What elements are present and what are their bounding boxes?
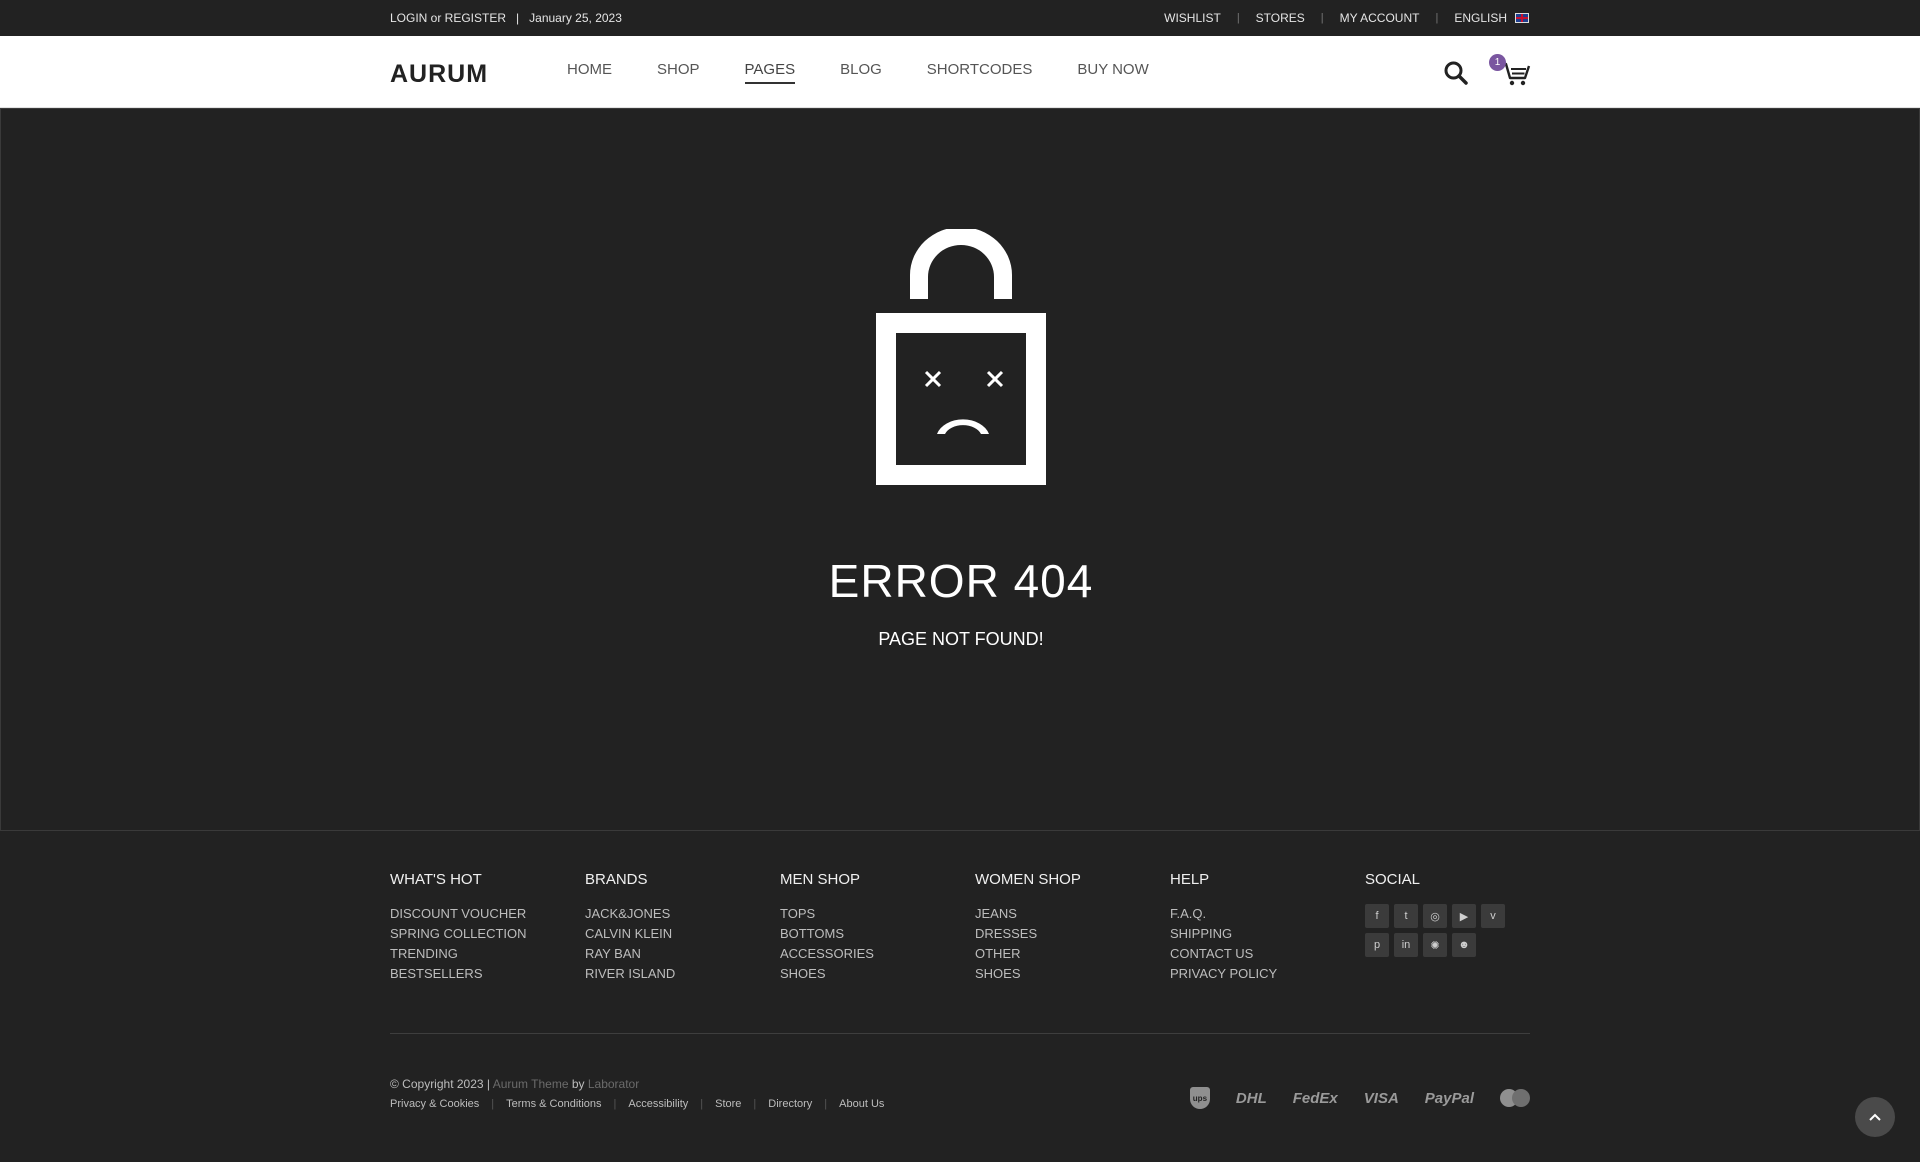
footer-column-title: MEN SHOP <box>780 871 861 888</box>
copyright-by: by <box>568 1077 588 1091</box>
error-page-main: ERROR 404 PAGE NOT FOUND! <box>0 108 1920 831</box>
footer-link[interactable]: TOPS <box>780 904 970 924</box>
footer-link[interactable]: DRESSES <box>975 924 1165 944</box>
directory-link[interactable]: Directory <box>768 1098 812 1110</box>
payment-methods: ups DHL FedEx VISA PayPal <box>1189 1087 1530 1109</box>
legal-sep: | <box>613 1098 617 1110</box>
facebook-icon[interactable]: f <box>1365 904 1389 928</box>
chevron-up-icon <box>1869 1113 1881 1121</box>
paypal-icon: PayPal <box>1424 1089 1474 1107</box>
nav-blog[interactable]: BLOG <box>840 61 882 84</box>
main-nav: HOME SHOP PAGES BLOG SHORTCODES BUY NOW <box>567 61 1194 84</box>
footer-link[interactable]: CALVIN KLEIN <box>585 924 775 944</box>
footer-column-title: WHAT'S HOT <box>390 871 482 888</box>
pinterest-icon[interactable]: p <box>1365 933 1389 957</box>
visa-icon: VISA <box>1363 1089 1399 1107</box>
footer-link[interactable]: RAY BAN <box>585 944 775 964</box>
wishlist-link[interactable]: WISHLIST <box>1148 11 1237 25</box>
footer-link[interactable]: SHIPPING <box>1170 924 1360 944</box>
dribbble-icon[interactable]: ✺ <box>1423 933 1447 957</box>
footer-link[interactable]: PRIVACY POLICY <box>1170 964 1360 984</box>
legal-sep: | <box>700 1098 704 1110</box>
store-link[interactable]: Store <box>715 1098 741 1110</box>
footer-column-brands: BRANDS JACK&JONES CALVIN KLEIN RAY BAN R… <box>585 871 775 984</box>
instagram-icon[interactable]: ◎ <box>1423 904 1447 928</box>
legal-sep: | <box>753 1098 757 1110</box>
footer-link[interactable]: SPRING COLLECTION <box>390 924 580 944</box>
footer-link[interactable]: SHOES <box>975 964 1165 984</box>
footer-link[interactable]: CONTACT US <box>1170 944 1360 964</box>
footer-column-title: BRANDS <box>585 871 648 888</box>
footer-column-title: SOCIAL <box>1365 871 1421 888</box>
top-bar: LOGIN or REGISTER | January 25, 2023 WIS… <box>0 0 1920 36</box>
copyright-prefix: © Copyright 2023 | <box>390 1077 493 1091</box>
site-footer: WHAT'S HOT DISCOUNT VOUCHER SPRING COLLE… <box>0 831 1920 1162</box>
copyright: © Copyright 2023 | Aurum Theme by Labora… <box>390 1077 639 1091</box>
sad-lock-icon <box>876 227 1046 489</box>
nav-shortcodes[interactable]: SHORTCODES <box>927 61 1033 84</box>
vimeo-icon[interactable]: v <box>1481 904 1505 928</box>
fedex-icon: FedEx <box>1292 1089 1338 1107</box>
dhl-icon: DHL <box>1235 1089 1267 1107</box>
footer-link[interactable]: RIVER ISLAND <box>585 964 775 984</box>
footer-link[interactable]: BOTTOMS <box>780 924 970 944</box>
footer-link[interactable]: TRENDING <box>390 944 580 964</box>
twitter-icon[interactable]: t <box>1394 904 1418 928</box>
nav-shop[interactable]: SHOP <box>657 61 700 84</box>
nav-buy-now[interactable]: BUY NOW <box>1077 61 1148 84</box>
language-selector[interactable]: ENGLISH <box>1438 11 1529 25</box>
snapchat-icon[interactable]: ☻ <box>1452 933 1476 957</box>
footer-link[interactable]: SHOES <box>780 964 970 984</box>
cart-count-badge: 1 <box>1489 54 1506 71</box>
stores-link[interactable]: STORES <box>1240 11 1321 25</box>
footer-link[interactable]: F.A.Q. <box>1170 904 1360 924</box>
footer-column-women-shop: WOMEN SHOP JEANS DRESSES OTHER SHOES <box>975 871 1165 984</box>
legal-sep: | <box>491 1098 495 1110</box>
footer-link[interactable]: OTHER <box>975 944 1165 964</box>
footer-divider <box>390 1033 1530 1034</box>
theme-link[interactable]: Aurum Theme <box>493 1077 569 1091</box>
uk-flag-icon <box>1515 13 1529 23</box>
legal-sep: | <box>824 1098 828 1110</box>
footer-column-help: HELP F.A.Q. SHIPPING CONTACT US PRIVACY … <box>1170 871 1360 984</box>
site-logo[interactable]: AURUM <box>390 60 488 89</box>
search-icon[interactable] <box>1443 60 1469 86</box>
linkedin-icon[interactable]: in <box>1394 933 1418 957</box>
site-header: AURUM HOME SHOP PAGES BLOG SHORTCODES BU… <box>0 36 1920 108</box>
login-register-link[interactable]: LOGIN or REGISTER <box>390 11 506 25</box>
legal-links: Privacy & Cookies | Terms & Conditions |… <box>390 1098 884 1110</box>
privacy-cookies-link[interactable]: Privacy & Cookies <box>390 1098 479 1110</box>
nav-pages[interactable]: PAGES <box>744 61 796 84</box>
youtube-icon[interactable]: ▶ <box>1452 904 1476 928</box>
footer-column-whats-hot: WHAT'S HOT DISCOUNT VOUCHER SPRING COLLE… <box>390 871 580 984</box>
error-title: ERROR 404 <box>828 555 1094 607</box>
about-us-link[interactable]: About Us <box>839 1098 884 1110</box>
top-bar-divider: | <box>516 11 520 25</box>
ups-icon: ups <box>1189 1087 1210 1109</box>
footer-column-men-shop: MEN SHOP TOPS BOTTOMS ACCESSORIES SHOES <box>780 871 970 984</box>
accessibility-link[interactable]: Accessibility <box>628 1098 688 1110</box>
scroll-to-top-button[interactable] <box>1855 1097 1895 1137</box>
mastercard-icon <box>1500 1089 1530 1107</box>
my-account-link[interactable]: MY ACCOUNT <box>1324 11 1436 25</box>
top-bar-left: LOGIN or REGISTER | January 25, 2023 <box>390 11 622 25</box>
current-date: January 25, 2023 <box>529 11 622 25</box>
top-bar-right: WISHLIST | STORES | MY ACCOUNT | ENGLISH <box>1148 11 1529 25</box>
author-link[interactable]: Laborator <box>588 1077 639 1091</box>
nav-home[interactable]: HOME <box>567 61 612 84</box>
footer-column-title: WOMEN SHOP <box>975 871 1081 888</box>
footer-link[interactable]: ACCESSORIES <box>780 944 970 964</box>
language-label: ENGLISH <box>1454 11 1507 25</box>
error-subtitle: PAGE NOT FOUND! <box>878 629 1044 649</box>
footer-column-title: HELP <box>1170 871 1210 888</box>
social-icons: f t ◎ ▶ v p in ✺ ☻ <box>1365 904 1555 957</box>
footer-link[interactable]: JACK&JONES <box>585 904 775 924</box>
footer-link[interactable]: JEANS <box>975 904 1165 924</box>
footer-link[interactable]: DISCOUNT VOUCHER <box>390 904 580 924</box>
footer-column-social: SOCIAL f t ◎ ▶ v p in ✺ ☻ <box>1365 871 1555 957</box>
footer-link[interactable]: BESTSELLERS <box>390 964 580 984</box>
terms-link[interactable]: Terms & Conditions <box>506 1098 601 1110</box>
